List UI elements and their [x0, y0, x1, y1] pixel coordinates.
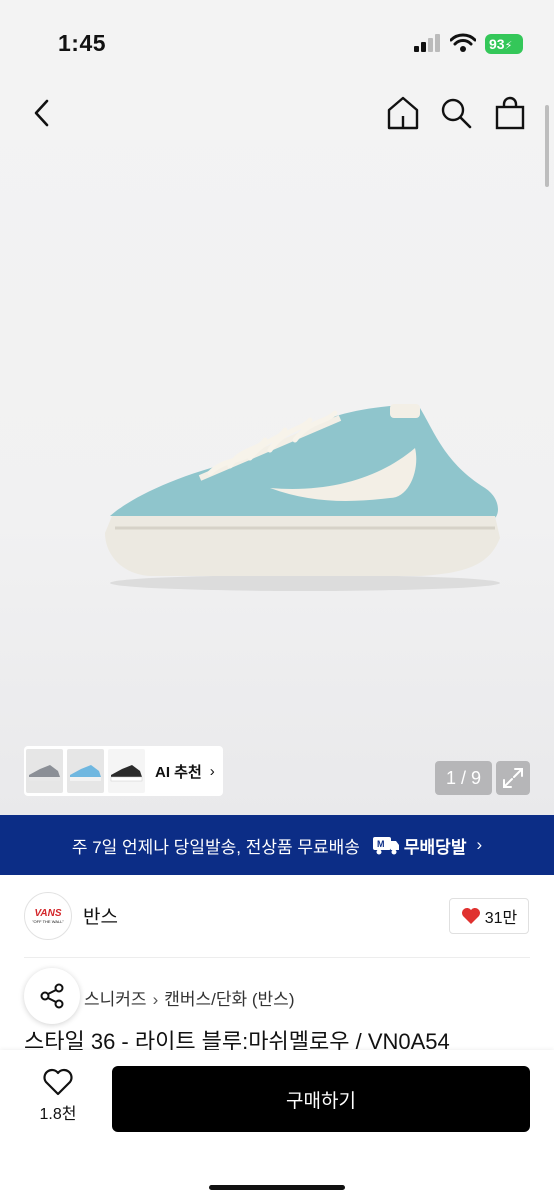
ai-recommend-link[interactable]: AI 추천 — [155, 761, 202, 782]
brand-logo[interactable]: VANS "OFF THE WALL" — [24, 892, 72, 940]
truck-icon: M — [372, 837, 399, 855]
share-button[interactable] — [24, 968, 80, 1024]
shopping-bag-icon — [495, 96, 525, 130]
search-button[interactable] — [438, 95, 474, 131]
cart-button[interactable] — [492, 95, 528, 131]
chevron-right-icon: › — [476, 835, 483, 854]
breadcrumb: 스니커즈 › 캔버스/단화 (반스) — [84, 985, 294, 1010]
status-time: 1:45 — [58, 30, 107, 56]
chevron-right-icon: › — [209, 762, 215, 780]
wifi-icon — [450, 33, 476, 52]
thumbnail-black-shoe[interactable] — [108, 749, 145, 793]
breadcrumb-canvas[interactable]: 캔버스/단화 (반스) — [164, 990, 294, 1009]
brand-like-count: 31만 — [484, 910, 518, 927]
cellular-signal-icon — [414, 34, 440, 52]
divider — [24, 957, 530, 958]
banner-text: 주 7일 언제나 당일발송, 전상품 무료배송 — [71, 837, 360, 857]
share-icon — [40, 983, 64, 1009]
shoe-thumbnail-icon — [110, 765, 143, 782]
bottom-action-bar: 1.8천 구매하기 — [0, 1050, 554, 1200]
battery-level: 93 — [489, 36, 505, 52]
scrollbar[interactable] — [545, 105, 549, 187]
expand-icon — [503, 768, 523, 788]
product-image — [105, 404, 500, 591]
shoe-thumbnail-icon — [29, 765, 60, 781]
home-button[interactable] — [385, 95, 421, 131]
home-indicator — [209, 1185, 345, 1190]
shipping-banner[interactable]: 주 7일 언제나 당일발송, 전상품 무료배송 M 무배당발 › — [0, 815, 554, 875]
chevron-right-icon: › — [152, 990, 159, 1009]
brand-logo-text: VANS — [34, 907, 62, 919]
thumbnail-blue-shoe[interactable] — [67, 749, 104, 793]
chevron-left-icon — [34, 99, 49, 127]
battery-indicator: 93⚡ — [485, 34, 523, 54]
brand-row[interactable]: VANS "OFF THE WALL" 반스 31만 — [0, 875, 554, 955]
thumbnail-gray-shoe[interactable] — [26, 749, 63, 793]
expand-image-button[interactable] — [496, 761, 530, 795]
home-icon — [387, 96, 419, 130]
heart-outline-icon — [43, 1068, 73, 1096]
back-button[interactable] — [24, 95, 60, 131]
free-shipping-badge: M 무배당발 — [372, 833, 467, 858]
wishlist-count: 1.8천 — [39, 1106, 77, 1123]
brand-name[interactable]: 반스 — [83, 902, 118, 929]
wishlist-button[interactable]: 1.8천 — [26, 1068, 90, 1132]
svg-text:M: M — [377, 839, 385, 849]
breadcrumb-sneakers[interactable]: 스니커즈 — [84, 990, 147, 1009]
banner-badge-text: 무배당발 — [403, 837, 467, 857]
brand-like-button[interactable]: 31만 — [449, 898, 529, 934]
heart-icon — [461, 908, 480, 924]
thumbnail-strip[interactable]: AI 추천 › — [24, 746, 223, 796]
shoe-thumbnail-icon — [70, 765, 101, 781]
buy-button[interactable]: 구매하기 — [112, 1066, 530, 1132]
brand-logo-subtext: "OFF THE WALL" — [32, 918, 64, 924]
image-page-counter: 1 / 9 — [435, 761, 492, 795]
status-bar: 1:45 93⚡ — [0, 0, 554, 88]
search-icon — [441, 98, 472, 129]
